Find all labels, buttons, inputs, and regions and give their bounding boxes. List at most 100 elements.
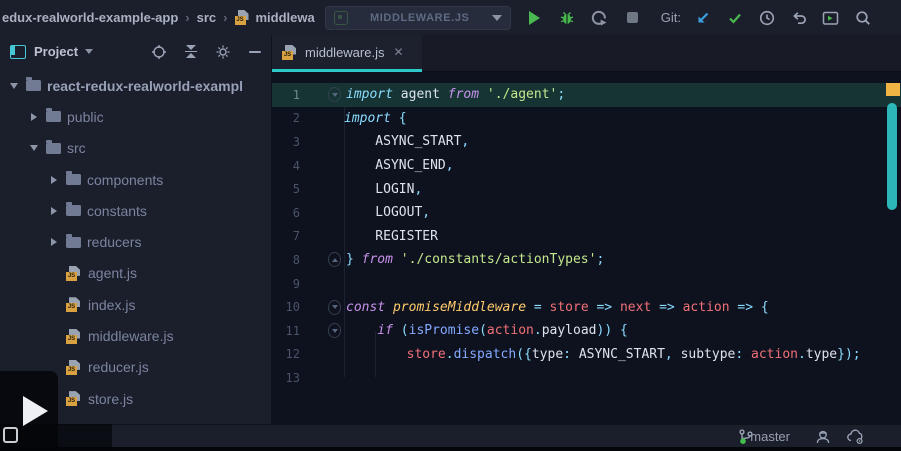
stop-button[interactable] (623, 8, 643, 28)
fold-marker-icon[interactable] (328, 87, 341, 102)
tree-item-agent-js[interactable]: JSagent.js (0, 258, 270, 289)
cloud-settings-widget[interactable] (846, 428, 865, 445)
code-token: , (414, 182, 422, 197)
code-text: REGISTER (344, 229, 438, 244)
line-number: 11 (272, 324, 300, 338)
code-token: store (550, 300, 589, 315)
project-panel-title[interactable]: Project (34, 44, 78, 59)
code-token: from (362, 252, 393, 267)
profiler-button[interactable] (589, 8, 609, 28)
tree-item-index-js[interactable]: JSindex.js (0, 289, 270, 320)
code-token: , (665, 347, 681, 362)
code-token: type (532, 347, 563, 362)
run-button[interactable] (525, 8, 545, 28)
code-line[interactable]: 2import { (272, 107, 901, 131)
collapse-all-button[interactable] (185, 45, 197, 59)
js-file-icon: JS (282, 45, 298, 60)
panel-settings-button[interactable] (215, 44, 231, 60)
project-window-icon (10, 45, 26, 59)
chevron-down-icon[interactable] (27, 145, 40, 151)
line-number: 4 (272, 159, 300, 173)
chevron-right-icon[interactable] (47, 207, 60, 215)
code-line[interactable]: 11 if (isPromise(action.payload)) { (272, 319, 901, 343)
code-line[interactable]: 1import agent from './agent'; (272, 83, 901, 107)
code-line[interactable]: 9 (272, 272, 901, 296)
run-configuration-select[interactable]: MIDDLEWARE.JS (325, 6, 511, 30)
code-token: , (422, 205, 430, 220)
code-token: { (391, 111, 407, 126)
code-token: ASYNC_START (344, 134, 461, 149)
hide-panel-button[interactable] (249, 51, 261, 53)
breadcrumb-item[interactable]: JSmiddlewa (235, 10, 315, 25)
code-line[interactable]: 5 LOGIN, (272, 177, 901, 201)
code-token: => { (730, 300, 769, 315)
code-token: : (563, 347, 579, 362)
chevron-right-icon[interactable] (47, 176, 60, 184)
code-text: store.dispatch({type: ASYNC_START, subty… (344, 347, 861, 362)
code-line[interactable]: 10const promiseMiddleware = store => nex… (272, 295, 901, 319)
code-line[interactable]: 4 ASYNC_END, (272, 154, 901, 178)
gif-play-icon[interactable] (23, 396, 48, 426)
breadcrumb-item[interactable]: src (197, 10, 217, 25)
line-number: 5 (272, 182, 300, 196)
tree-item-label: index.js (88, 297, 135, 313)
close-icon[interactable]: ✕ (393, 45, 403, 59)
code-token: , (446, 158, 454, 173)
line-number: 6 (272, 206, 300, 220)
scrollbar-thumb[interactable] (887, 103, 897, 210)
update-project-button[interactable] (693, 8, 713, 28)
commit-button[interactable] (725, 8, 745, 28)
tree-item-label: reducers (87, 234, 141, 250)
code-line[interactable]: 6 LOGOUT, (272, 201, 901, 225)
locate-file-button[interactable] (151, 44, 167, 60)
code-token: ; (557, 87, 565, 102)
line-number: 2 (272, 111, 300, 125)
tree-item-components[interactable]: components (0, 164, 270, 195)
fold-marker-icon[interactable] (328, 252, 341, 267)
code-line[interactable]: 3 ASYNC_START, (272, 130, 901, 154)
tree-item-src[interactable]: src (0, 133, 270, 164)
breadcrumb-item[interactable]: edux-realworld-example-app (2, 10, 178, 25)
breadcrumb: edux-realworld-example-app›src›JSmiddlew… (2, 10, 315, 25)
tab-middleware-js[interactable]: JS middleware.js ✕ (272, 35, 422, 72)
tree-item-public[interactable]: public (0, 101, 270, 132)
git-branch-widget[interactable]: master (737, 428, 790, 445)
code-token: , (461, 134, 469, 149)
code-line[interactable]: 12 store.dispatch({type: ASYNC_START, su… (272, 343, 901, 367)
code-line[interactable]: 8} from './constants/actionTypes'; (272, 248, 901, 272)
history-button[interactable] (757, 8, 777, 28)
search-everywhere-button[interactable] (853, 8, 873, 28)
gutter-space (326, 347, 344, 362)
chevron-right-icon[interactable] (47, 238, 60, 246)
cloud-settings-icon (846, 428, 865, 445)
tree-item-constants[interactable]: constants (0, 195, 270, 226)
user-widget[interactable] (814, 428, 832, 445)
code-line[interactable]: 13 (272, 366, 901, 390)
chevron-down-icon[interactable] (7, 83, 20, 89)
run-anything-button[interactable] (821, 8, 841, 28)
code-editor[interactable]: 1import agent from './agent';2import {3 … (272, 72, 901, 424)
gif-controls-icon[interactable] (3, 427, 18, 443)
js-file-icon: JS (66, 266, 82, 281)
code-token: ( (393, 323, 409, 338)
minus-icon (249, 51, 261, 53)
chevron-right-icon[interactable] (27, 113, 40, 121)
code-token: next (620, 300, 651, 315)
code-text: if (isPromise(action.payload)) { (346, 323, 628, 338)
code-line[interactable]: 7 REGISTER (272, 225, 901, 249)
line-number: 13 (272, 371, 300, 385)
breadcrumb-label: src (197, 10, 217, 25)
fold-marker-icon[interactable] (328, 323, 341, 338)
rollback-button[interactable] (789, 8, 809, 28)
tree-item-middleware-js[interactable]: JSmiddleware.js (0, 320, 270, 351)
status-bar: master (0, 424, 901, 447)
editor-tab-bar: JS middleware.js ✕ (272, 35, 901, 72)
debug-button[interactable] (557, 8, 577, 28)
tree-item-label: react-redux-realworld-exampl (47, 78, 243, 94)
fold-marker-icon[interactable] (328, 300, 341, 315)
js-file-icon: JS (235, 10, 251, 25)
tree-item-react-redux-realworld-exampl[interactable]: react-redux-realworld-exampl (0, 70, 270, 101)
chevron-down-icon (85, 49, 93, 54)
tree-item-reducers[interactable]: reducers (0, 226, 270, 257)
scrollbar-change-marker (886, 83, 900, 96)
